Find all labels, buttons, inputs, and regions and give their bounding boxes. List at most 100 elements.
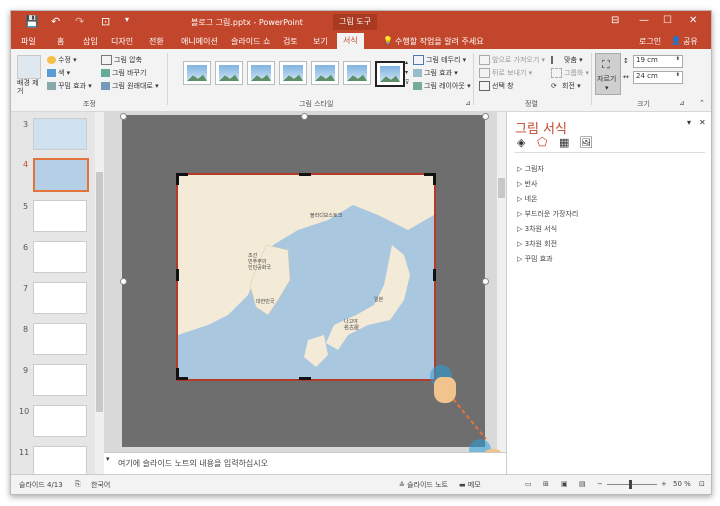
start-slideshow-icon[interactable]: ⊡ [101,15,110,28]
pane-item-reflection[interactable]: ▷ 반사 [517,179,538,189]
picture-border-button[interactable]: 그림 테두리 ▾ [413,55,466,65]
zoom-in-icon[interactable]: + [661,480,667,488]
picture-style-1[interactable] [183,61,211,85]
reset-picture-button[interactable]: 그림 원래대로 ▾ [101,81,159,91]
zoom-level[interactable]: 50 % [673,480,691,488]
picture-icon[interactable]: 🖼 [579,136,593,149]
crop-handle-bottom[interactable] [299,377,311,380]
collapse-ribbon-icon[interactable]: ⌃ [699,99,705,107]
change-picture-button[interactable]: 그림 바꾸기 [101,68,146,78]
picture-effects-button[interactable]: 그림 효과 ▾ [413,68,458,78]
pane-item-artistic-effects[interactable]: ▷ 꾸밈 효과 [517,254,553,264]
slide-thumbnail-5[interactable] [33,200,87,232]
slide-canvas[interactable]: 블라디보스토크 조선 민주주의 인민공화국 대한민국 일본 나고야 名古屋 [120,113,489,447]
crop-handle-bottom-left[interactable] [176,368,179,380]
notes-collapse-icon[interactable]: ▾ [106,455,110,463]
tab-design[interactable]: 디자인 [111,36,133,47]
rotate-button[interactable]: ⟳ 회전 ▾ [551,81,581,91]
tab-view[interactable]: 보기 [313,36,328,47]
pane-options-icon[interactable]: ▾ [687,118,691,127]
resize-handle[interactable] [120,113,127,120]
color-button[interactable]: 색 ▾ [47,68,70,78]
canvas-scrollbar[interactable] [497,112,506,452]
slide-thumbnail-7[interactable] [33,282,87,314]
gallery-more-icon[interactable]: ⊽ [405,79,409,86]
resize-handle[interactable] [120,278,127,285]
fill-line-icon[interactable]: ◈ [517,136,525,149]
resize-handle[interactable] [301,113,308,120]
slide-thumbnail-9[interactable] [33,364,87,396]
pane-item-3d-rotation[interactable]: ▷ 3차원 회전 [517,239,557,249]
maximize-button[interactable]: ☐ [663,15,672,26]
spellcheck-icon[interactable]: ⎘ [75,480,81,489]
slide-thumbnail-10[interactable] [33,405,87,437]
slide-thumbnail-8[interactable] [33,323,87,355]
language-indicator[interactable]: 한국어 [91,480,110,490]
notes-button[interactable]: ≙ 슬라이드 노트 [399,480,448,490]
pane-close-icon[interactable]: ✕ [699,118,706,127]
pane-item-glow[interactable]: ▷ 네온 [517,194,538,204]
tab-review[interactable]: 검토 [283,36,298,47]
zoom-slider-thumb[interactable] [629,480,632,489]
notes-pane[interactable]: ▾ 여기에 슬라이드 노트의 내용을 입력하십시오 [104,452,506,475]
comments-button[interactable]: ▬ 메모 [459,480,481,490]
slide-thumbnail-4[interactable] [33,158,89,192]
tab-animations[interactable]: 애니메이션 [181,36,218,47]
crop-button[interactable]: ⛶ 자르기 ▾ [595,53,621,95]
normal-view-icon[interactable]: ▭ [525,480,532,488]
tab-slideshow[interactable]: 슬라이드 쇼 [231,36,270,47]
picture-style-2[interactable] [215,61,243,85]
sign-in-link[interactable]: 로그인 [639,36,661,47]
dialog-launcher-icon[interactable]: ⊿ [465,99,471,107]
bring-forward-button[interactable]: 앞으로 가져오기 ▾ [479,55,545,65]
crop-handle-top-right[interactable] [433,173,436,185]
save-icon[interactable]: 💾 [25,15,39,28]
minimize-button[interactable]: — [639,15,649,26]
tab-file[interactable]: 파일 [21,36,36,47]
picture-style-5[interactable] [311,61,339,85]
slideshow-icon[interactable]: ▤ [579,480,586,488]
corrections-button[interactable]: 수정 ▾ [47,55,77,65]
compress-pictures-button[interactable]: 그림 압축 [101,55,142,65]
pane-item-shadow[interactable]: ▷ 그림자 [517,164,544,174]
slide-sorter-icon[interactable]: ⊞ [543,480,549,488]
tab-transitions[interactable]: 전환 [149,36,164,47]
map-picture[interactable]: 블라디보스토크 조선 민주주의 인민공화국 대한민국 일본 나고야 名古屋 [176,173,436,381]
share-button[interactable]: 공유 [683,36,698,47]
ribbon-display-icon[interactable]: ⊟ [611,15,619,26]
tab-insert[interactable]: 삽입 [83,36,98,47]
zoom-slider[interactable] [607,484,657,485]
group-button[interactable]: 그룹화 ▾ [551,68,589,78]
gallery-scroll-down-icon[interactable]: ▾ [405,69,408,76]
customize-qa-icon[interactable]: ▾ [125,15,129,24]
pane-item-3d-format[interactable]: ▷ 3차원 서식 [517,224,557,234]
scrollbar-thumb[interactable] [498,178,505,198]
crop-handle-top-left[interactable] [176,173,179,185]
send-backward-button[interactable]: 뒤로 보내기 ▾ [479,68,532,78]
tab-home[interactable]: 홈 [57,36,64,47]
picture-style-6[interactable] [343,61,371,85]
gallery-scroll-up-icon[interactable]: ▴ [405,59,408,66]
picture-layout-button[interactable]: 그림 레이아웃 ▾ [413,81,471,91]
artistic-effects-button[interactable]: 꾸밈 효과 ▾ [47,81,92,91]
close-button[interactable]: ✕ [689,15,697,26]
picture-style-7[interactable] [375,61,405,87]
tell-me-input[interactable]: 수행할 작업을 알려 주세요 [395,36,484,47]
thumbnails-scrollbar[interactable] [95,112,104,474]
scrollbar-thumb[interactable] [96,172,103,412]
crop-handle-right[interactable] [433,269,436,281]
resize-handle[interactable] [482,278,489,285]
picture-style-3[interactable] [247,61,275,85]
remove-background-icon[interactable] [17,55,41,79]
undo-icon[interactable]: ↶ [51,15,60,28]
crop-handle-left[interactable] [176,269,179,281]
effects-pentagon-icon[interactable]: ⬠ [537,135,547,149]
picture-style-4[interactable] [279,61,307,85]
slide-thumbnail-6[interactable] [33,241,87,273]
remove-background-button[interactable]: 배경 제거 [17,79,39,95]
pane-item-soft-edges[interactable]: ▷ 부드러운 가장자리 [517,209,578,219]
align-button[interactable]: 맞춤 ▾ [551,55,583,65]
crop-handle-top[interactable] [299,173,311,176]
size-properties-icon[interactable]: ▦ [559,136,569,149]
tab-format[interactable]: 서식 [337,33,364,49]
